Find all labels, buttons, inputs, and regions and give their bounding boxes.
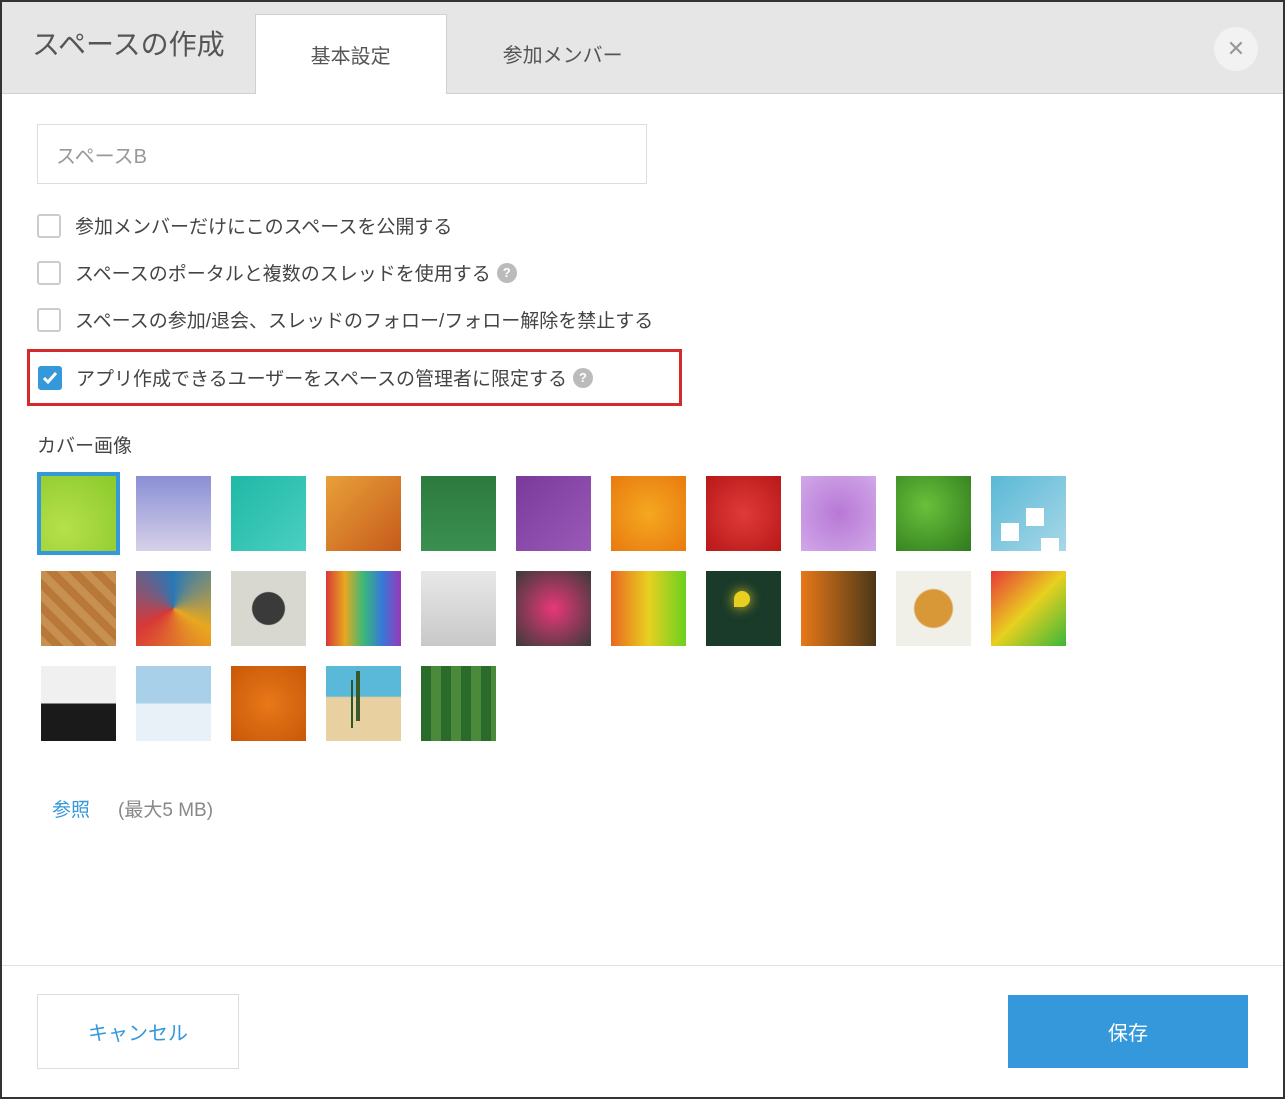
- tabs: 基本設定 参加メンバー: [255, 1, 679, 93]
- checkbox-row-limit-app-create: アプリ作成できるユーザーをスペースの管理者に限定する ?: [38, 364, 671, 391]
- tab-basic-settings[interactable]: 基本設定: [255, 14, 447, 94]
- cover-thumb-1[interactable]: [132, 472, 215, 555]
- cover-thumb-22[interactable]: [37, 662, 120, 745]
- cover-thumb-21[interactable]: [987, 567, 1070, 650]
- cover-thumb-19[interactable]: [797, 567, 880, 650]
- dialog-header: スペースの作成 基本設定 参加メンバー ✕: [2, 2, 1283, 94]
- cancel-button[interactable]: キャンセル: [37, 994, 239, 1069]
- dialog-footer: キャンセル 保存: [2, 965, 1283, 1097]
- highlight-box: アプリ作成できるユーザーをスペースの管理者に限定する ?: [27, 349, 682, 406]
- checkbox-public-members[interactable]: [37, 214, 61, 238]
- checkbox-label: スペースのポータルと複数のスレッドを使用する: [75, 259, 491, 286]
- checkbox-disable-join-leave[interactable]: [37, 308, 61, 332]
- cover-thumb-16[interactable]: [512, 567, 595, 650]
- max-size-label: (最大5 MB): [118, 795, 213, 822]
- cover-thumb-10[interactable]: [987, 472, 1070, 555]
- cover-thumb-3[interactable]: [322, 472, 405, 555]
- tab-members[interactable]: 参加メンバー: [447, 13, 679, 93]
- cover-thumb-13[interactable]: [227, 567, 310, 650]
- cover-thumb-20[interactable]: [892, 567, 975, 650]
- checkbox-limit-app-create[interactable]: [38, 366, 62, 390]
- browse-row: 参照 (最大5 MB): [37, 795, 1248, 822]
- cover-thumb-25[interactable]: [322, 662, 405, 745]
- dialog-content: 参加メンバーだけにこのスペースを公開する スペースのポータルと複数のスレッドを使…: [2, 94, 1283, 965]
- browse-link[interactable]: 参照: [52, 795, 90, 822]
- dialog-title: スペースの作成: [32, 23, 225, 93]
- cover-image-label: カバー画像: [37, 431, 1248, 458]
- cover-thumb-15[interactable]: [417, 567, 500, 650]
- cover-thumb-26[interactable]: [417, 662, 500, 745]
- cover-thumb-9[interactable]: [892, 472, 975, 555]
- close-icon: ✕: [1227, 36, 1245, 62]
- cover-thumb-23[interactable]: [132, 662, 215, 745]
- checkbox-row-portal-threads: スペースのポータルと複数のスレッドを使用する ?: [37, 249, 1248, 296]
- cover-thumb-6[interactable]: [607, 472, 690, 555]
- checkbox-label: 参加メンバーだけにこのスペースを公開する: [75, 212, 452, 239]
- cover-thumb-24[interactable]: [227, 662, 310, 745]
- cover-thumb-4[interactable]: [417, 472, 500, 555]
- close-button[interactable]: ✕: [1214, 27, 1258, 71]
- cover-thumb-11[interactable]: [37, 567, 120, 650]
- checkbox-label: スペースの参加/退会、スレッドのフォロー/フォロー解除を禁止する: [75, 306, 653, 333]
- checkbox-label: アプリ作成できるユーザーをスペースの管理者に限定する: [76, 364, 567, 391]
- cover-thumb-8[interactable]: [797, 472, 880, 555]
- cover-thumb-2[interactable]: [227, 472, 310, 555]
- checkbox-portal-threads[interactable]: [37, 261, 61, 285]
- space-name-input[interactable]: [37, 124, 647, 184]
- cover-thumb-17[interactable]: [607, 567, 690, 650]
- cover-thumb-5[interactable]: [512, 472, 595, 555]
- help-icon[interactable]: ?: [573, 368, 593, 388]
- cover-thumb-7[interactable]: [702, 472, 785, 555]
- cover-thumb-14[interactable]: [322, 567, 405, 650]
- cover-thumb-12[interactable]: [132, 567, 215, 650]
- cover-thumb-0[interactable]: [37, 472, 120, 555]
- checkbox-row-public-members: 参加メンバーだけにこのスペースを公開する: [37, 202, 1248, 249]
- save-button[interactable]: 保存: [1008, 995, 1248, 1068]
- checkbox-row-disable-join-leave: スペースの参加/退会、スレッドのフォロー/フォロー解除を禁止する: [37, 296, 1248, 343]
- create-space-dialog: スペースの作成 基本設定 参加メンバー ✕ 参加メンバーだけにこのスペースを公開…: [2, 2, 1283, 1097]
- cover-image-grid: [37, 472, 1117, 745]
- cover-thumb-18[interactable]: [702, 567, 785, 650]
- help-icon[interactable]: ?: [497, 263, 517, 283]
